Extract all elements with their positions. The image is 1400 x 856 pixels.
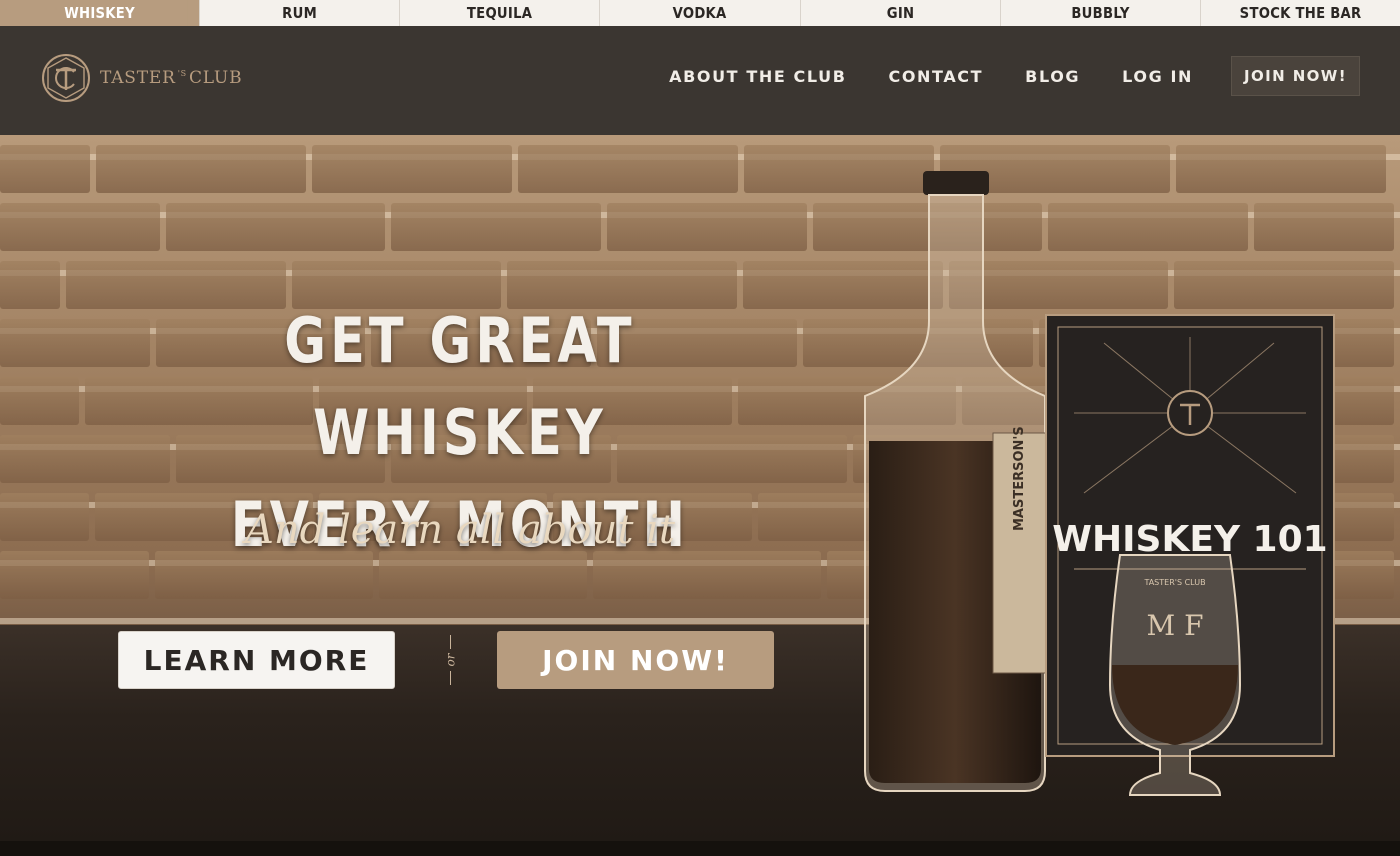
logo-wordmark: TASTER 'S CLUB: [100, 68, 242, 88]
site-logo[interactable]: TASTER 'S CLUB: [40, 52, 242, 104]
category-strip: WHISKEY RUM TEQUILA VODKA GIN BUBBLY STO…: [0, 0, 1400, 26]
or-line-bottom: [449, 671, 451, 685]
headline-line-1: GET GREAT WHISKEY: [284, 304, 636, 469]
brick-row: [0, 145, 1400, 197]
glass-monogram: M F: [1147, 609, 1204, 642]
category-label: WHISKEY: [11, 0, 188, 26]
logo-text-apostrophe: 'S: [177, 69, 187, 78]
learn-more-button[interactable]: LEARN MORE: [118, 631, 395, 689]
table-edge: [0, 841, 1400, 856]
category-tequila[interactable]: TEQUILA: [400, 0, 601, 26]
hero-subhead: And learn all about it: [245, 507, 675, 553]
taster-club-logo-icon: [42, 54, 90, 102]
nav-contact[interactable]: CONTACT: [889, 67, 984, 86]
category-label: RUM: [282, 4, 318, 22]
category-stock-the-bar[interactable]: STOCK THE BAR: [1201, 0, 1400, 26]
category-label: STOCK THE BAR: [1239, 4, 1362, 22]
nav-about-the-club[interactable]: ABOUT THE CLUB: [669, 67, 846, 86]
category-gin[interactable]: GIN: [801, 0, 1001, 26]
bottle-label-text: MASTERSON'S: [1012, 426, 1027, 531]
category-whiskey[interactable]: WHISKEY: [0, 0, 201, 26]
or-text: or: [443, 653, 457, 667]
bottle-image: MASTERSON'S: [864, 171, 1054, 792]
category-label: TEQUILA: [467, 4, 533, 22]
hero-join-now-button[interactable]: JOIN NOW!: [497, 631, 774, 689]
category-rum[interactable]: RUM: [200, 0, 401, 26]
category-label: BUBBLY: [1071, 4, 1130, 22]
glass-image: TASTER'S CLUB M F: [1108, 554, 1242, 796]
category-label: GIN: [886, 4, 914, 22]
hero-section: GET GREAT WHISKEY EVERY MONTH And learn …: [0, 135, 1400, 856]
category-bubbly[interactable]: BUBBLY: [1001, 0, 1201, 26]
glass-brand-text: TASTER'S CLUB: [1143, 578, 1205, 587]
logo-text-taster: TASTER: [100, 68, 176, 88]
or-line-top: [449, 635, 451, 649]
category-label: VODKA: [673, 4, 727, 22]
nav-join-now-button[interactable]: JOIN NOW!: [1231, 56, 1360, 96]
site-header: TASTER 'S CLUB ABOUT THE CLUB CONTACT BLOG…: [0, 26, 1400, 135]
nav-log-in[interactable]: LOG IN: [1122, 67, 1193, 86]
nav-blog[interactable]: BLOG: [1025, 67, 1080, 86]
brick-row: [0, 203, 1400, 255]
category-vodka[interactable]: VODKA: [600, 0, 801, 26]
logo-text-club: CLUB: [188, 68, 243, 88]
main-nav: ABOUT THE CLUB CONTACT BLOG LOG IN JOIN …: [627, 56, 1360, 96]
or-separator: or: [436, 631, 464, 689]
